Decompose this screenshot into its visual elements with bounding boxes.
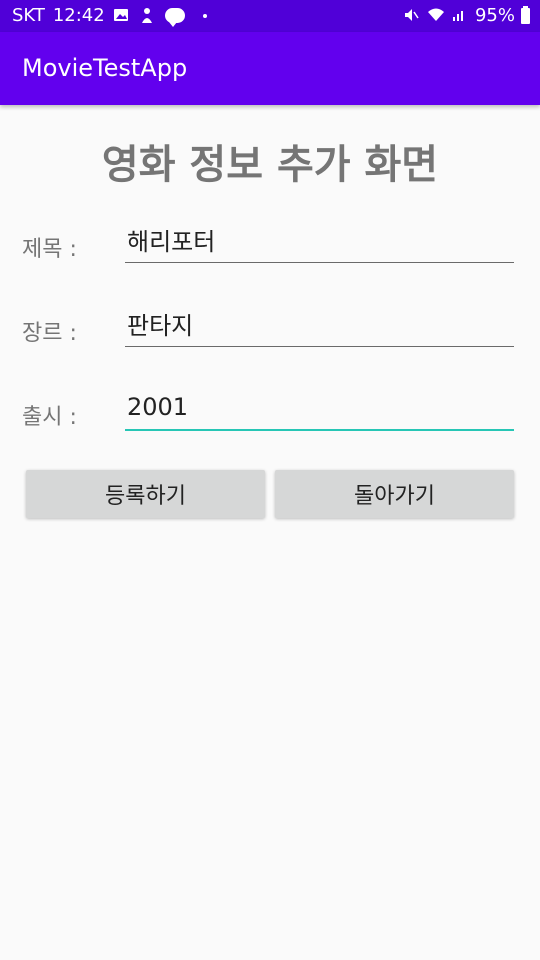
title-label: 제목 : <box>22 237 77 262</box>
release-input[interactable] <box>125 385 514 431</box>
battery-percent: 95% <box>474 5 515 26</box>
carrier-label: SKT <box>12 5 45 26</box>
status-bar-left: SKT 12:42 <box>12 5 207 27</box>
release-label: 출시 : <box>22 405 77 430</box>
notification-icon <box>139 7 157 25</box>
mute-icon <box>403 7 421 25</box>
genre-label: 장르 : <box>22 321 77 346</box>
register-button[interactable]: 등록하기 <box>26 470 265 518</box>
battery-icon <box>521 5 530 24</box>
talk-icon <box>164 8 185 27</box>
release-row: 출시 : <box>0 385 540 445</box>
genre-input[interactable] <box>125 301 514 347</box>
status-bar: SKT 12:42 95% <box>0 0 540 32</box>
clock: 12:42 <box>52 5 105 26</box>
page-title: 영화 정보 추가 화면 <box>101 142 439 188</box>
title-input[interactable] <box>125 217 514 263</box>
app-bar: MovieTestApp <box>0 32 540 105</box>
back-button[interactable]: 돌아가기 <box>275 470 514 518</box>
dot-icon <box>202 13 207 18</box>
app-title: MovieTestApp <box>22 54 188 82</box>
status-bar-right: 95% <box>403 5 530 26</box>
genre-row: 장르 : <box>0 301 540 361</box>
signal-icon <box>451 7 469 25</box>
title-row: 제목 : <box>0 217 540 277</box>
wifi-icon <box>427 7 445 25</box>
image-icon <box>113 7 131 25</box>
